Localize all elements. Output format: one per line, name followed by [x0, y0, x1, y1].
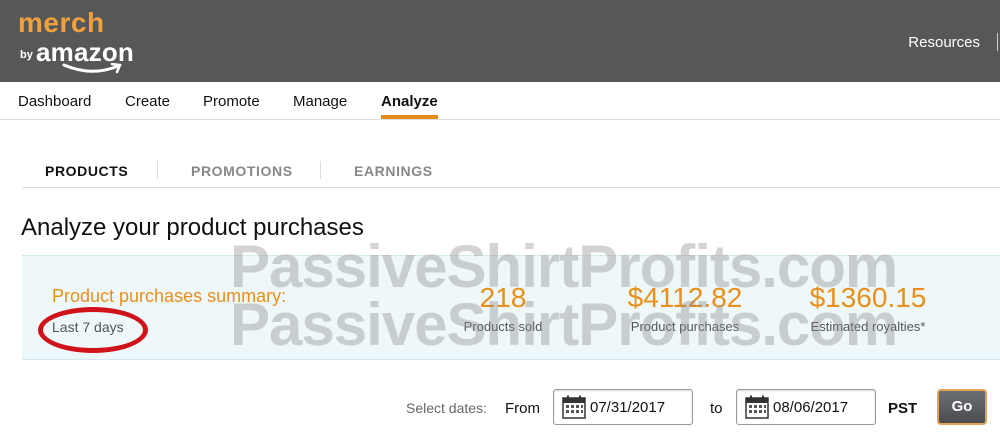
stat-value: $1360.15	[809, 282, 927, 313]
nav-manage[interactable]: Manage	[293, 93, 347, 110]
page: merch by amazon Resources Dashboard Crea…	[0, 0, 1000, 446]
main-nav: Dashboard Create Promote Manage Analyze	[0, 82, 1000, 120]
tab-products[interactable]: PRODUCTS	[45, 163, 128, 179]
from-date-value: 07/31/2017	[590, 399, 666, 416]
tab-earnings[interactable]: EARNINGS	[354, 163, 433, 179]
stat-label: Estimated royalties*	[810, 319, 926, 334]
select-dates-label: Select dates:	[406, 400, 487, 416]
purchases-summary-panel: Product purchases summary: Last 7 days 2…	[22, 255, 1000, 360]
calendar-icon[interactable]	[745, 395, 769, 419]
to-label: to	[710, 400, 723, 417]
tab-promotions[interactable]: PROMOTIONS	[191, 163, 293, 179]
from-date-input[interactable]: 07/31/2017	[553, 389, 693, 425]
nav-dashboard[interactable]: Dashboard	[18, 93, 91, 110]
calendar-icon[interactable]	[562, 395, 586, 419]
to-date-input[interactable]: 08/06/2017	[736, 389, 876, 425]
to-date-value: 08/06/2017	[773, 399, 849, 416]
nav-promote[interactable]: Promote	[203, 93, 260, 110]
stat-label: Product purchases	[630, 319, 740, 334]
stat-product-purchases: $4112.82 Product purchases	[615, 282, 755, 334]
logo-merch-text: merch	[18, 7, 105, 38]
top-header: merch by amazon Resources	[0, 0, 1000, 82]
resources-link[interactable]: Resources	[908, 34, 980, 51]
stat-label: Products sold	[463, 319, 543, 334]
from-label: From	[505, 400, 540, 417]
tab-divider	[157, 161, 158, 179]
page-title: Analyze your product purchases	[21, 214, 364, 241]
stat-value: $4112.82	[627, 282, 743, 313]
timezone-label: PST	[888, 400, 918, 417]
summary-title: Product purchases summary:	[52, 286, 287, 306]
logo-by-text: by	[20, 49, 33, 61]
stat-value: 218	[479, 282, 527, 313]
header-divider	[997, 33, 998, 51]
stat-estimated-royalties: $1360.15 Estimated royalties*	[798, 282, 938, 334]
amazon-smile-icon	[62, 63, 122, 74]
active-nav-indicator	[381, 115, 438, 119]
highlight-circle	[38, 307, 148, 353]
analyze-subtabs: PRODUCTS PROMOTIONS EARNINGS	[22, 152, 1000, 188]
go-button[interactable]: Go	[937, 389, 987, 425]
nav-analyze[interactable]: Analyze	[381, 93, 438, 110]
stat-products-sold: 218 Products sold	[453, 282, 553, 334]
nav-create[interactable]: Create	[125, 93, 170, 110]
merch-by-amazon-logo[interactable]: merch by amazon	[18, 7, 158, 75]
tab-divider	[320, 161, 321, 179]
